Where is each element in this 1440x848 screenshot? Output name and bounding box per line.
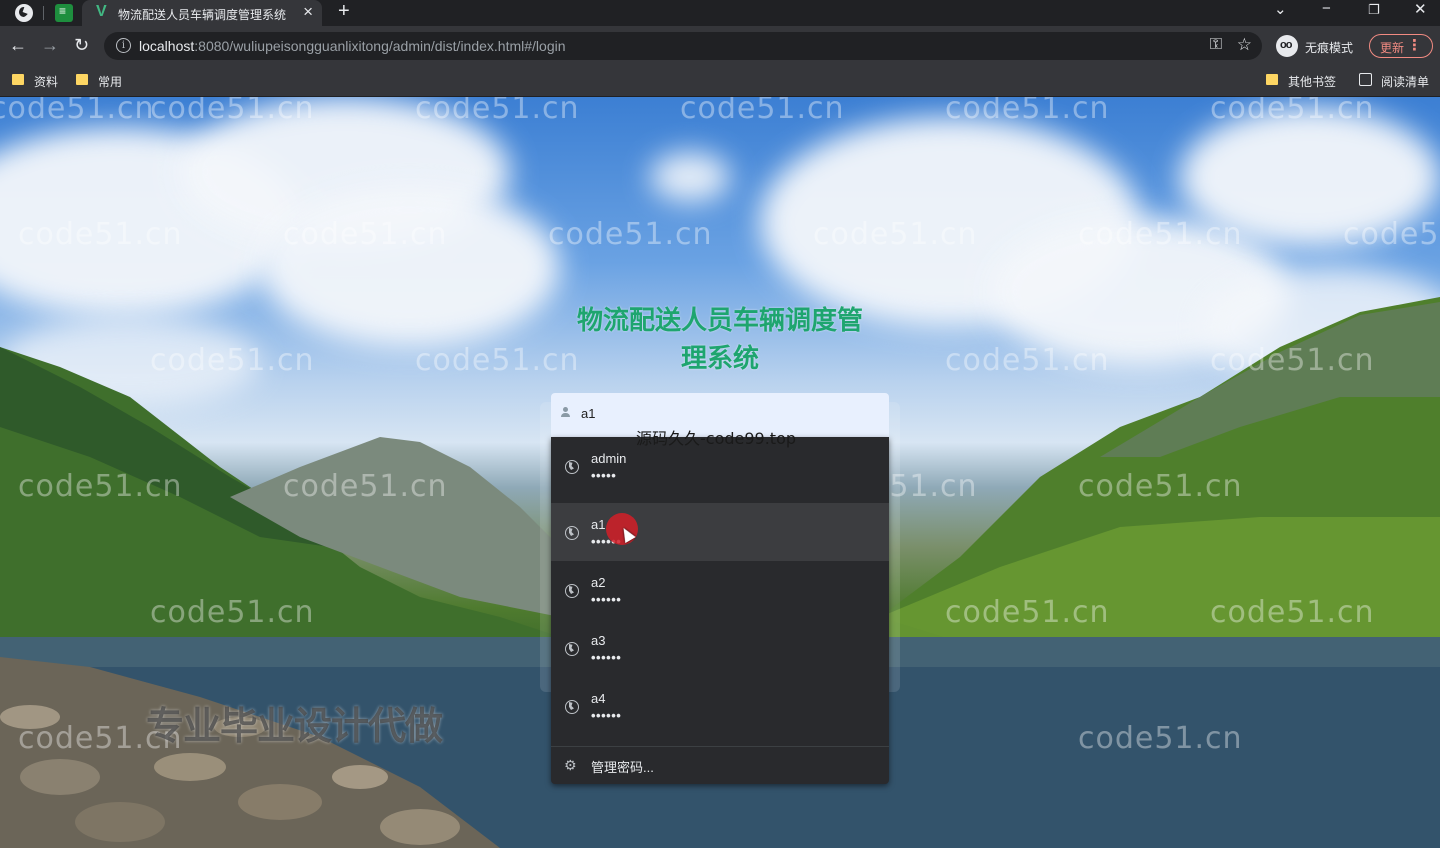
watermark: code51.cn [1078,469,1243,504]
folder-icon [12,74,24,85]
autofill-item[interactable]: a4 •••••• [551,677,889,735]
minimize-button[interactable]: − [1322,0,1331,17]
bookmark-label: 阅读清单 [1381,75,1430,89]
autofill-username: a1 [591,517,606,532]
globe-icon [565,700,579,714]
tab-divider [43,6,44,20]
autofill-item[interactable]: a1 •••••• [551,503,889,561]
watermark: code51.cn [945,97,1110,126]
globe-icon[interactable] [15,4,33,22]
watermark: code51.cn [150,595,315,630]
autofill-password-mask: •••••• [591,650,622,665]
watermark: code51.cn [1343,217,1440,252]
browser-toolbar: ← → ↻ i localhost:8080/wuliupeisongguanl… [0,26,1440,66]
autofill-username: a3 [591,633,606,648]
reading-list-icon [1359,73,1372,86]
bookmark-label: 常用 [98,75,123,89]
watermark: code51.cn [680,97,845,126]
page-title: 物流配送人员车辆调度管 理系统 [550,302,890,378]
reload-button[interactable]: ↻ [74,35,89,56]
key-icon[interactable]: ⚿ [1210,36,1222,54]
watermark: code51.cn [1210,97,1375,126]
vue-logo-icon: V [96,3,107,20]
folder-icon [1266,74,1278,85]
watermark: code51.cn [283,469,448,504]
globe-icon [565,526,579,540]
watermark: code51.cn [945,343,1110,378]
user-icon [561,407,570,419]
watermark: code51.cn [150,343,315,378]
watermark: code51.cn [1078,217,1243,252]
back-button[interactable]: ← [9,35,27,56]
autofill-password-mask: •••••• [591,708,622,723]
site-info-icon[interactable]: i [116,38,131,53]
forward-button[interactable]: → [41,35,59,56]
autofill-password-mask: ••••• [591,468,617,483]
close-window-button[interactable]: ✕ [1414,0,1427,18]
folder-icon [76,74,88,85]
address-bar[interactable]: i localhost:8080/wuliupeisongguanlixiton… [104,32,1262,60]
autofill-username: a2 [591,575,606,590]
username-value: a1 [581,406,596,421]
autofill-username: a4 [591,691,606,706]
gear-icon: ⚙ [564,757,577,773]
autofill-item[interactable]: a2 •••••• [551,561,889,619]
watermark: code51.cn [18,217,183,252]
tab-bar: V 物流配送人员车辆调度管理系统 × + ⌄ − ❐ ✕ [0,0,1440,26]
incognito-label: 无痕模式 [1305,41,1354,55]
watermark: code51.cn [415,97,580,126]
page-title-line: 理系统 [680,344,759,374]
autofill-item[interactable]: a3 •••••• [551,619,889,677]
globe-icon [565,584,579,598]
globe-icon [565,460,579,474]
watermark: code51.cn [945,595,1110,630]
watermark: code51.cn [1078,721,1243,756]
divider [551,746,889,747]
page-title-line: 物流配送人员车辆调度管 [576,306,863,336]
password-autofill-dropdown: admin ••••• a1 •••••• a2 •••••• a3 •••••… [551,437,889,784]
globe-icon [565,642,579,656]
watermark: code51.cn [150,97,315,126]
watermark: code51.cn [1210,343,1375,378]
watermark: code51.cn [0,97,155,126]
bookmark-star-icon[interactable]: ☆ [1237,35,1252,55]
tab-search-chevron-icon[interactable]: ⌄ [1274,0,1287,18]
menu-dots-icon: ⋮ [1407,37,1422,54]
watermark: code51.cn [548,217,713,252]
tab-close-icon[interactable]: × [303,2,313,22]
tab-title: 物流配送人员车辆调度管理系统 [118,8,287,22]
autofill-username: admin [591,451,627,466]
bookmarks-bar: 资料 常用 其他书签 阅读清单 [0,66,1440,97]
watermark: code51.cn [18,469,183,504]
url-text[interactable]: localhost:8080/wuliupeisongguanlixitong/… [139,38,566,54]
restore-button[interactable]: ❐ [1368,2,1380,18]
active-tab[interactable]: V 物流配送人员车辆调度管理系统 × [82,0,322,26]
update-label: 更新 [1380,41,1405,55]
incognito-icon[interactable] [1276,35,1298,57]
watermark: code51.cn [813,217,978,252]
spreadsheet-tab-icon[interactable] [55,4,73,22]
manage-passwords-link[interactable]: 管理密码... [591,757,654,776]
bookmark-label: 其他书签 [1288,75,1337,89]
update-button[interactable]: 更新 ⋮ [1369,34,1433,58]
promo-overlay-text: 专业毕业设计代做 [146,704,443,748]
autofill-password-mask: •••••• [591,592,622,607]
bookmark-label: 资料 [34,75,59,89]
page-viewport: code51.cn code51.cn code51.cn code51.cn … [0,97,1440,848]
watermark: code51.cn [283,217,448,252]
new-tab-button[interactable]: + [338,0,350,23]
overlay-watermark-text: 源码久久-code99.top [636,429,797,448]
watermark: code51.cn [1210,595,1375,630]
